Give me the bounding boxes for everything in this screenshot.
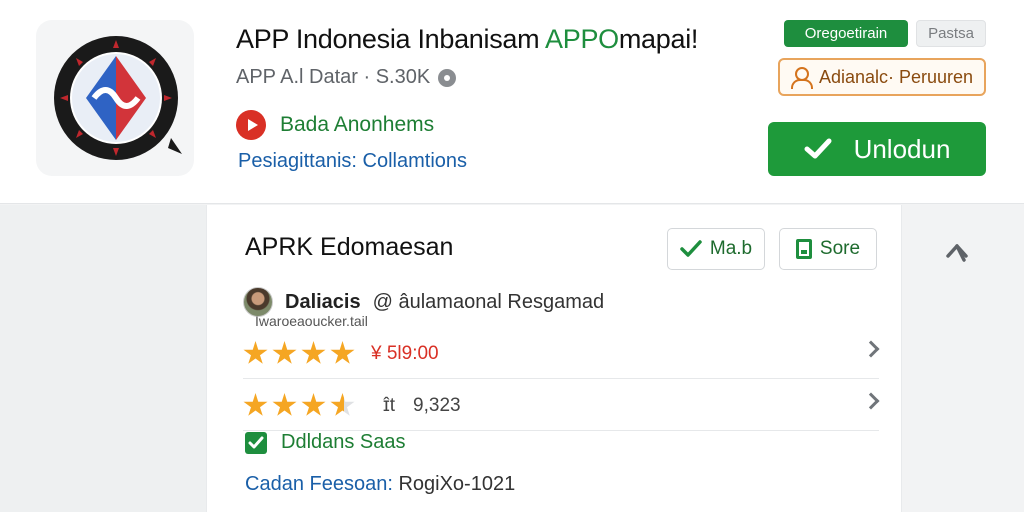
star-half-icon — [330, 393, 355, 416]
category-row[interactable]: Pesiagittanis: Collamtions — [238, 150, 467, 173]
verified-row[interactable]: Ddldans Saas — [245, 431, 406, 454]
developer-row[interactable]: Bada Anonhems — [236, 110, 434, 140]
rating-count: 9,323 — [413, 394, 461, 416]
category-value: Collamtions — [362, 150, 468, 172]
count-icon: ɪ̂t — [383, 394, 396, 416]
save-button[interactable]: Sore — [779, 228, 877, 270]
review-date: Cadan Feesoan: RogiXo-1021 — [245, 473, 515, 496]
install-button[interactable]: Unlodun — [768, 122, 986, 176]
developer-name: Bada Anonhems — [280, 113, 435, 136]
app-icon-tile — [36, 20, 194, 176]
app-logo-icon — [54, 36, 182, 160]
review-date-label: Cadan Feesoan: — [245, 473, 393, 495]
review-panel: APRK Edomaesan Ma.b Sore Daliacis @ âula… — [206, 205, 902, 512]
rating-row-price[interactable]: ¥ 5l9:00 — [243, 329, 880, 379]
star-icon — [272, 393, 297, 416]
price-value: ¥ 5l9:00 — [371, 342, 439, 364]
advisor-label: Adianalc· Peruuren — [818, 66, 974, 87]
app-meta-text: APP A.l Datar · S.30K — [236, 66, 431, 88]
verified-label: Ddldans Saas — [281, 431, 406, 453]
checkbox-icon — [245, 431, 267, 454]
app-header: APP Indonesia Inbanisam APPOmapai! APP A… — [0, 0, 1024, 204]
star-icon — [330, 341, 355, 364]
star-icon — [243, 341, 268, 364]
chevron-right-icon[interactable] — [862, 392, 880, 410]
app-title: APP Indonesia Inbanisam APPOmapai! — [236, 24, 698, 55]
star-icon — [301, 341, 326, 364]
check-icon — [680, 240, 702, 257]
play-badge-icon — [236, 110, 266, 140]
mark-button[interactable]: Ma.b — [667, 228, 765, 270]
install-label: Unlodun — [853, 133, 951, 164]
rating-row-count[interactable]: ɪ̂t 9,323 — [243, 381, 880, 431]
collapse-arrow-icon[interactable] — [944, 240, 970, 264]
mark-label: Ma.b — [709, 238, 753, 259]
app-meta: APP A.l Datar · S.30K — [236, 66, 457, 89]
star-rating — [243, 393, 355, 418]
check-icon — [804, 138, 832, 159]
left-gutter — [0, 205, 206, 512]
category-label: Pesiagittanis: — [238, 150, 357, 172]
review-date-value: RogiXo-1021 — [398, 473, 516, 495]
app-title-main: APP Indonesia Inbanisam — [236, 24, 546, 54]
reviewer-handle: @ âulamaonal Resgamad — [372, 290, 605, 313]
save-label: Sore — [819, 238, 861, 259]
star-rating — [243, 341, 355, 366]
reviewer-name: Daliacis — [285, 290, 361, 313]
star-icon — [243, 393, 268, 416]
bookmark-icon — [795, 239, 812, 259]
app-title-accent: APPO — [545, 24, 619, 54]
app-title-tail: mapai! — [618, 24, 699, 54]
star-icon — [272, 341, 297, 364]
status-badge-secondary[interactable]: Pastsa — [916, 20, 986, 47]
chevron-right-icon[interactable] — [862, 340, 880, 358]
reviewer-subtitle: Iwaroeaoucker.tail — [255, 313, 368, 329]
advisor-button[interactable]: Adianalc· Peruuren — [778, 58, 986, 96]
star-icon — [301, 393, 326, 416]
panel-title: APRK Edomaesan — [245, 233, 454, 261]
info-icon[interactable] — [438, 68, 457, 87]
person-icon — [790, 67, 813, 89]
status-badge-primary[interactable]: Oregoetirain — [784, 20, 908, 47]
